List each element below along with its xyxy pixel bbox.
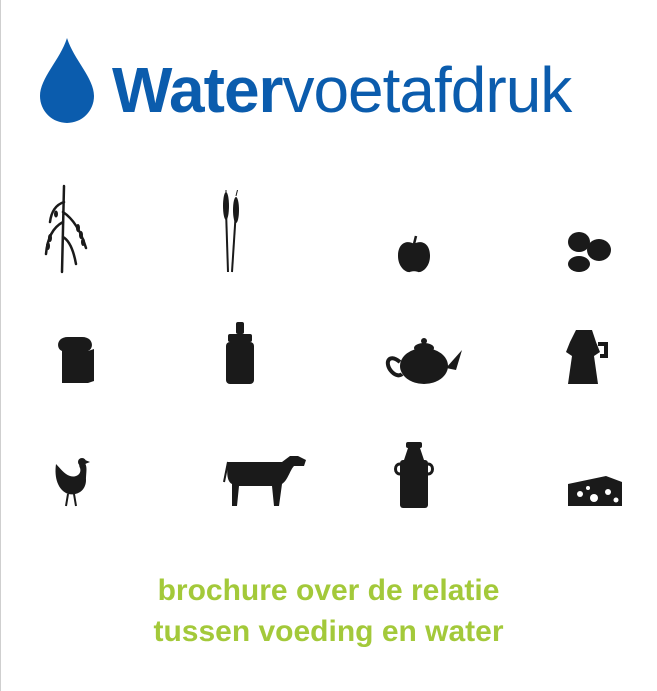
teapot-icon: [385, 338, 462, 384]
tagline-line-1: brochure over de relatie: [157, 574, 500, 607]
brand-title-bold: Water: [112, 54, 283, 126]
coffee-pot-icon: [566, 330, 608, 384]
cow-icon: [223, 456, 306, 506]
bread-icon: [58, 337, 94, 383]
chicken-icon: [55, 458, 90, 507]
sugar-canister-icon: [226, 322, 254, 384]
wheat-icon: [223, 190, 239, 273]
milk-can-icon: [394, 442, 434, 508]
tagline-line-2: tussen voeding en water: [153, 615, 504, 648]
apple-icon: [398, 235, 430, 273]
rice-plant-icon: [44, 184, 88, 274]
water-drop-icon: [40, 38, 94, 123]
cheese-icon: [568, 476, 622, 506]
brand-title-light: voetafdruk: [282, 54, 572, 126]
potatoes-icon: [568, 232, 611, 272]
brand-header: Watervoetafdruk: [36, 34, 636, 134]
brand-title: Watervoetafdruk: [112, 50, 572, 130]
